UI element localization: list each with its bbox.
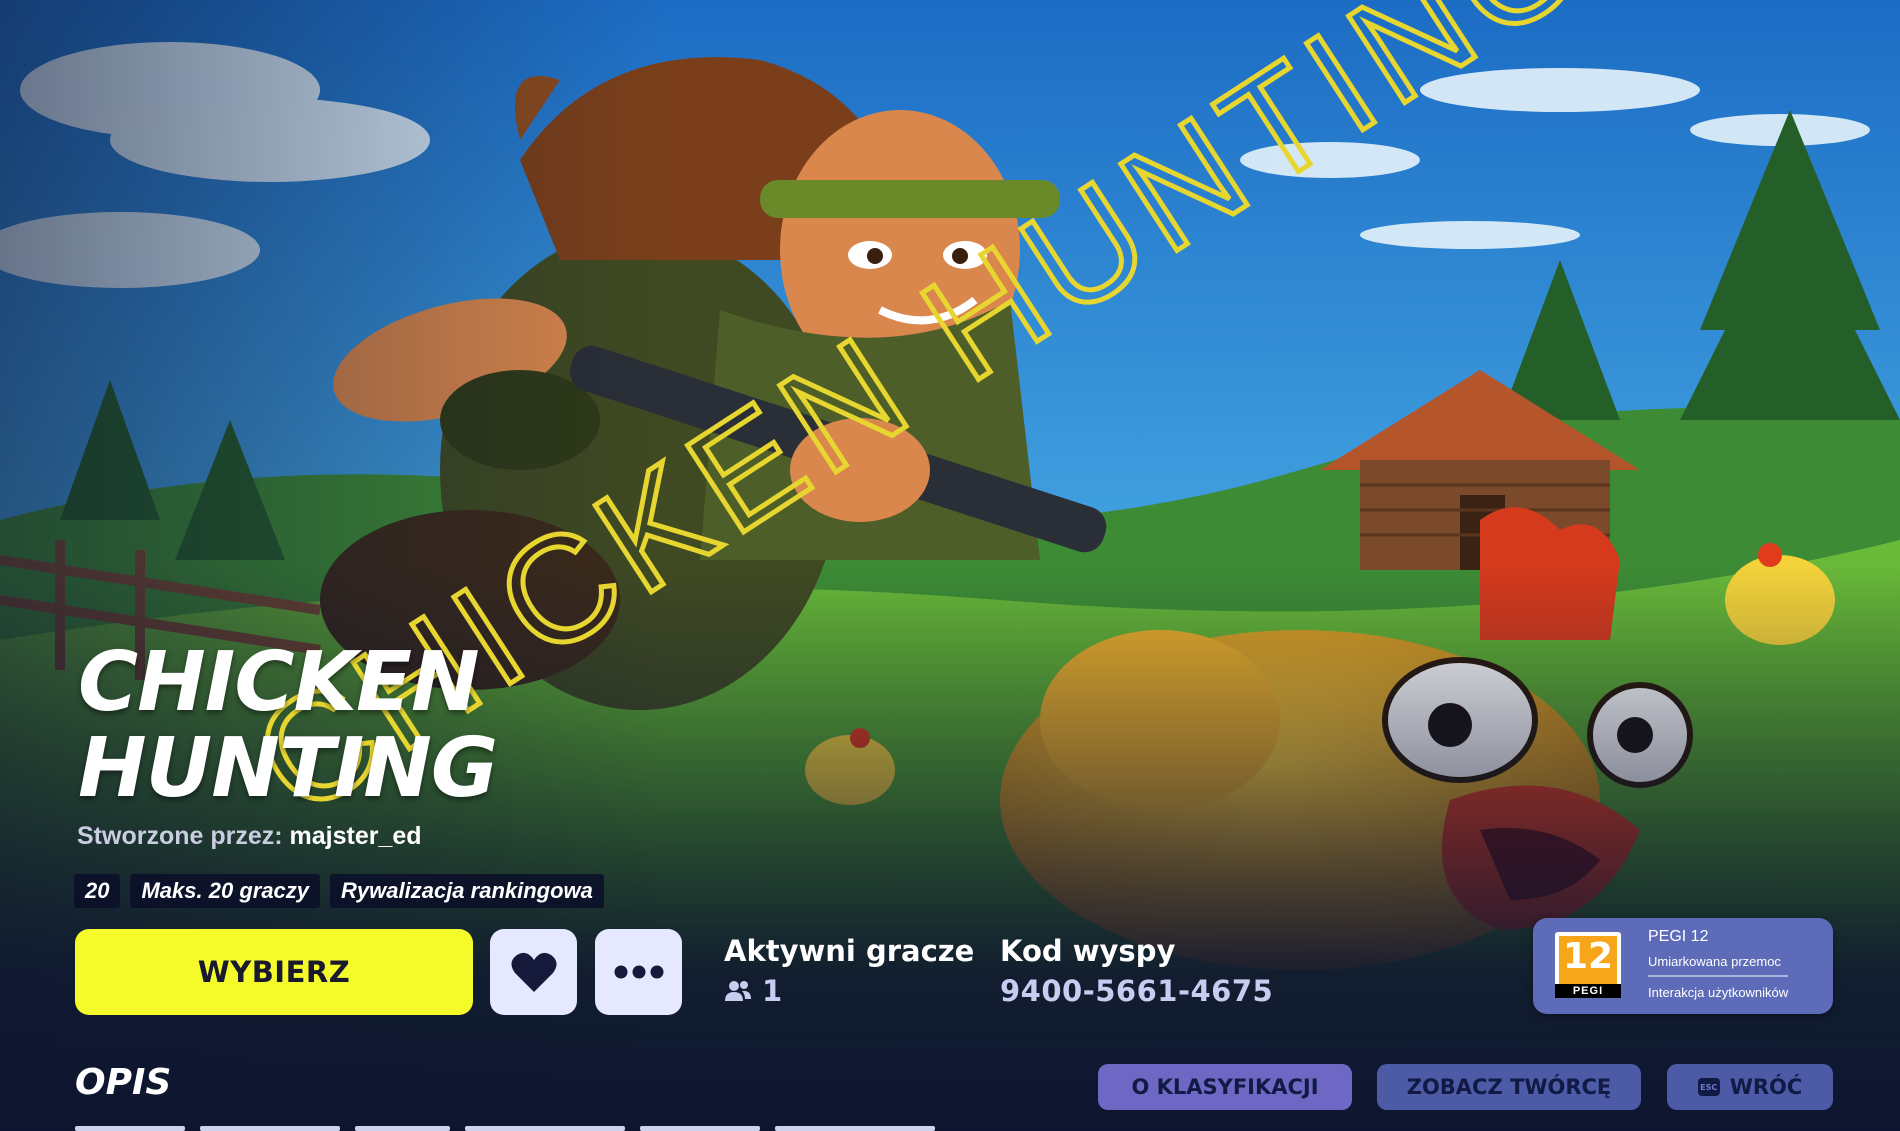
rating-descriptor: Umiarkowana przemoc [1648, 954, 1789, 977]
rating-descriptor: Interakcja użytkowników [1648, 985, 1789, 1000]
favorite-button[interactable] [490, 929, 577, 1015]
users-icon [725, 981, 751, 1001]
active-players-stat: Aktywni gracze 1 [724, 934, 974, 1008]
creator-label: Stworzone przez: [77, 822, 283, 850]
more-dots-icon [614, 965, 663, 979]
active-players-label: Aktywni gracze [724, 934, 975, 968]
game-title-line2: HUNTING [78, 721, 498, 816]
game-title-line1: CHICKEN [78, 635, 480, 730]
pegi-badge-icon: 12 PEGI [1555, 932, 1621, 998]
tag-list: 20 Maks. 20 graczy Rywalizacja rankingow… [74, 874, 604, 908]
view-creator-button[interactable]: ZOBACZ TWÓRCĘ [1377, 1064, 1641, 1110]
rating-title: PEGI 12 [1648, 928, 1709, 945]
active-players-value: 1 [762, 974, 783, 1008]
island-code-value[interactable]: 9400-5661-4675 [1000, 974, 1273, 1008]
back-button-label: WRÓĆ [1729, 1075, 1803, 1099]
island-code-label: Kod wyspy [1000, 934, 1176, 968]
age-rating-panel: 12 PEGI PEGI 12 Umiarkowana przemoc Inte… [1533, 918, 1833, 1014]
tag-max-players: Maks. 20 graczy [130, 874, 321, 908]
island-code-stat: Kod wyspy 9400-5661-4675 [1000, 934, 1273, 1008]
pegi-badge-label: PEGI [1555, 984, 1621, 998]
select-button[interactable]: WYBIERZ [75, 929, 473, 1015]
game-title: CHICKEN HUNTING [78, 635, 498, 816]
creator-name: majster_ed [289, 822, 422, 850]
more-options-button[interactable] [595, 929, 682, 1015]
tag-player-count: 20 [74, 874, 121, 908]
tag-ranked: Rywalizacja rankingowa [330, 874, 604, 908]
esc-key-icon: ESC [1697, 1078, 1720, 1096]
rating-info-button[interactable]: O KLASYFIKACJI [1098, 1064, 1352, 1110]
creator-credit: Stworzone przez: majster_ed [77, 822, 422, 851]
description-text-peek [75, 1126, 935, 1131]
description-heading: OPIS [75, 1062, 172, 1103]
heart-icon [510, 952, 557, 992]
pegi-badge-number: 12 [1562, 936, 1614, 977]
back-button[interactable]: ESC WRÓĆ [1667, 1064, 1833, 1110]
